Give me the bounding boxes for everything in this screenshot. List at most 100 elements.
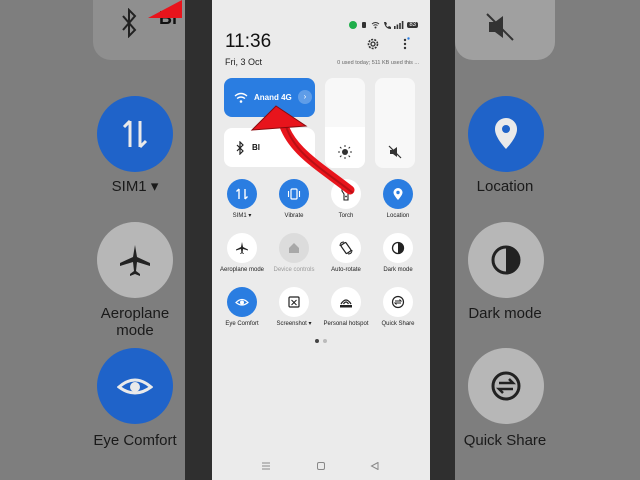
bg-volume-slider: [455, 0, 555, 60]
dark-mode-icon: [391, 241, 405, 255]
toggle-dark-mode[interactable]: Dark mode: [372, 233, 424, 274]
quick-settings-panel: 83 11:36 Fri, 3 Oct 0 used today; 511 KB…: [212, 0, 430, 480]
toggle-dark-mode-circle: [383, 233, 413, 263]
bg-eye-label: Eye Comfort: [93, 432, 177, 449]
clock-date: Fri, 3 Oct: [225, 57, 263, 67]
home-icon: [289, 243, 299, 253]
toggle-personal-hotspot[interactable]: Personal hotspot: [320, 287, 372, 328]
wifi-icon: [234, 92, 248, 103]
call-icon: [384, 22, 392, 29]
wifi-network-label: Anand 4G: [254, 93, 292, 102]
toggle-auto-rotate-circle: [331, 233, 361, 263]
bg-eye-circle: [97, 348, 173, 424]
bluetooth-tile[interactable]: Bl: [224, 128, 315, 167]
bg-sim-label: SIM1 ▾: [111, 178, 159, 195]
toggle-label: Torch: [338, 213, 354, 219]
toggle-label: Aeroplane mode: [219, 267, 265, 273]
clock-time: 11:36: [225, 31, 272, 52]
bg-share-label: Quick Share: [463, 432, 547, 449]
battery-indicator: 83: [407, 22, 418, 28]
bg-aeroplane-circle: [97, 222, 173, 298]
screenshot-icon: [288, 296, 300, 308]
volume-slider[interactable]: [375, 78, 415, 168]
settings-gear-icon[interactable]: [366, 37, 380, 51]
data-usage-text: 0 used today; 511 KB used this ...: [337, 60, 419, 66]
bg-location-label: Location: [476, 178, 534, 195]
toggle-vibrate[interactable]: Vibrate: [268, 179, 320, 220]
toggle-eye-comfort[interactable]: Eye Comfort: [216, 287, 268, 328]
wifi-tile[interactable]: Anand 4G ›: [224, 78, 315, 117]
signal-icon: [394, 21, 404, 29]
toggle-label: Device controls: [273, 267, 315, 273]
toggle-sim1-circle: [227, 179, 257, 209]
wifi-expand-chevron-icon[interactable]: ›: [298, 90, 312, 104]
toggle-label: Personal hotspot: [323, 321, 369, 327]
toggle-label: Dark mode: [383, 267, 413, 273]
left-divider: [185, 0, 212, 480]
toggle-aeroplane-circle: [227, 233, 257, 263]
toggle-label: Location: [386, 213, 410, 219]
toggle-vibrate-circle: [279, 179, 309, 209]
toggle-label: Auto-rotate: [331, 267, 361, 273]
toggle-eye-comfort-circle: [227, 287, 257, 317]
location-icon: [393, 188, 403, 200]
toggle-torch[interactable]: Torch: [320, 179, 372, 220]
vibrate-icon: [287, 188, 301, 200]
bluetooth-icon: [236, 141, 244, 155]
auto-rotate-icon: [339, 241, 353, 255]
whatsapp-icon: [349, 21, 358, 29]
brightness-slider[interactable]: [325, 78, 365, 168]
toggle-sim1[interactable]: SIM1 ▾: [216, 179, 268, 220]
toggle-location[interactable]: Location: [372, 179, 424, 220]
toggle-screenshot-circle: [279, 287, 309, 317]
toggle-device-controls[interactable]: Device controls: [268, 233, 320, 274]
quick-share-icon: [391, 295, 405, 309]
more-options-icon[interactable]: [402, 37, 410, 51]
navigation-bar: [212, 462, 430, 478]
eye-icon: [235, 298, 249, 306]
toggle-label: Eye Comfort: [225, 321, 259, 327]
bluetooth-icon: [122, 8, 137, 38]
wifi-status-icon: [371, 22, 380, 29]
aeroplane-icon: [236, 242, 248, 254]
bg-dark-circle: [468, 222, 544, 298]
recents-menu-icon[interactable]: [261, 462, 271, 470]
home-button-icon[interactable]: [316, 462, 326, 470]
toggle-label: Screenshot ▾: [276, 321, 312, 327]
bg-bluetooth-label: Bl: [159, 8, 177, 28]
bg-share-circle: [468, 348, 544, 424]
toggle-label: Quick Share: [381, 321, 415, 327]
page-indicator: [315, 339, 327, 343]
toggle-label: Vibrate: [284, 213, 304, 219]
bg-dark-label: Dark mode: [468, 305, 542, 322]
toggle-label: SIM1 ▾: [232, 213, 252, 219]
data-transfer-icon: [122, 119, 148, 149]
status-bar-icons: 83: [349, 21, 418, 29]
bg-aeroplane-label: Aeroplane mode: [100, 305, 170, 339]
toggle-device-controls-circle: [279, 233, 309, 263]
toggle-quick-share[interactable]: Quick Share: [372, 287, 424, 328]
aeroplane-icon: [120, 245, 150, 276]
location-icon: [495, 118, 517, 149]
bluetooth-label: Bl: [252, 143, 260, 152]
toggle-torch-circle: [331, 179, 361, 209]
toggle-aeroplane[interactable]: Aeroplane mode: [216, 233, 268, 274]
toggle-screenshot[interactable]: Screenshot ▾: [268, 287, 320, 328]
data-transfer-icon: [236, 188, 248, 200]
mute-icon: [486, 13, 514, 41]
torch-icon: [341, 187, 351, 201]
right-divider: [430, 0, 455, 480]
page-dot-active: [315, 339, 319, 343]
quick-share-icon: [491, 371, 521, 401]
background-zoom-left: Bl SIM1 ▾ Aeroplane mode Eye Comfort: [0, 0, 212, 480]
back-button-icon[interactable]: [370, 462, 380, 470]
toggle-quick-share-circle: [383, 287, 413, 317]
mute-icon: [388, 145, 402, 159]
eye-icon: [117, 378, 153, 395]
dark-mode-icon: [491, 245, 521, 275]
toggle-personal-hotspot-circle: [331, 287, 361, 317]
toggle-auto-rotate[interactable]: Auto-rotate: [320, 233, 372, 274]
bg-data-circle: [97, 96, 173, 172]
background-zoom-right: Location Dark mode Quick Share: [430, 0, 640, 480]
notification-icon: [362, 22, 367, 28]
